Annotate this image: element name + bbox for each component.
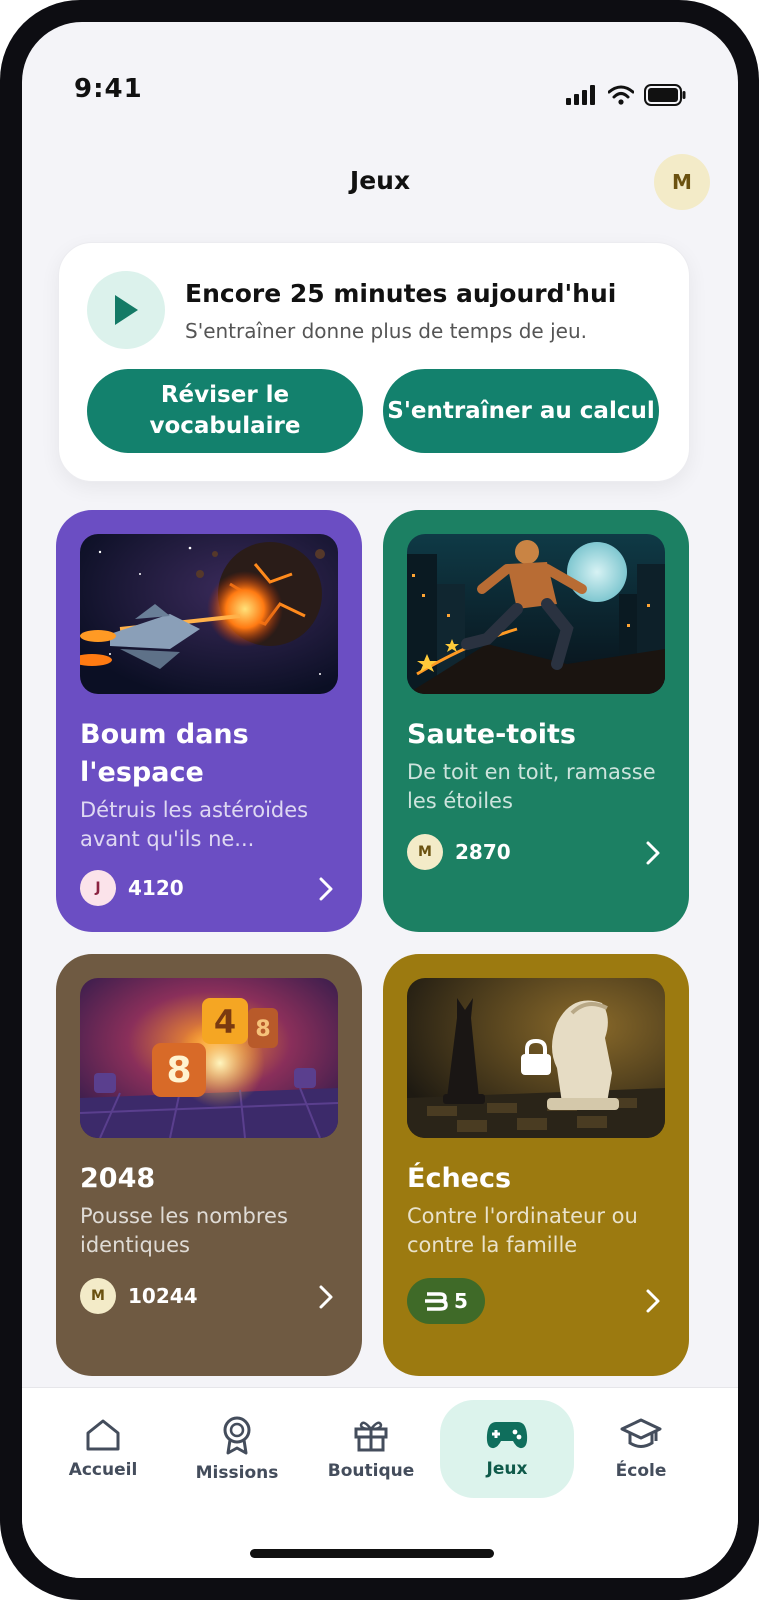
high-score: M 2870 xyxy=(407,834,511,870)
game-description: Contre l'ordinateur ou contre la famille xyxy=(407,1204,638,1257)
score-value: 10244 xyxy=(128,1284,198,1308)
game-card-rooftops[interactable]: Saute-toits De toit en toit, ramasse les… xyxy=(383,510,689,932)
chevron-right-icon xyxy=(319,877,333,901)
svg-text:8: 8 xyxy=(166,1050,191,1091)
home-icon xyxy=(86,1419,120,1451)
phone-frame: 9:41 Jeux M Encore 25 minutes aujourd'hu… xyxy=(0,0,759,1600)
playtime-subtitle: S'entraîner donne plus de temps de jeu. xyxy=(185,319,587,343)
bottom-nav: Accueil Missions Boutique Jeux École xyxy=(22,1387,738,1578)
game-card-space[interactable]: Boum dans l'espace Détruis les astéroïde… xyxy=(56,510,362,932)
screen: 9:41 Jeux M Encore 25 minutes aujourd'hu… xyxy=(22,22,738,1578)
unlock-cost-value: 5 xyxy=(454,1289,468,1313)
unlock-cost-badge[interactable]: 5 xyxy=(407,1278,485,1324)
high-score: M 10244 xyxy=(80,1278,198,1314)
tab-missions[interactable]: Missions xyxy=(170,1400,304,1498)
playtime-title: Encore 25 minutes aujourd'hui xyxy=(185,279,617,308)
graduation-cap-icon xyxy=(620,1418,662,1448)
game-title: Saute-toits xyxy=(407,719,577,750)
profile-avatar[interactable]: M xyxy=(654,154,710,210)
play-badge xyxy=(87,271,165,349)
chevron-right-icon xyxy=(646,841,660,865)
chevron-right-icon xyxy=(319,1285,333,1309)
game-image-space xyxy=(80,534,338,694)
page-title: Jeux xyxy=(349,166,411,195)
game-description: De toit en toit, ramasse les étoiles xyxy=(407,760,656,813)
player-avatar: J xyxy=(80,870,116,906)
practice-math-button[interactable]: S'entraîner au calcul xyxy=(383,369,659,453)
page-header: Jeux M xyxy=(22,142,738,222)
home-indicator xyxy=(250,1549,494,1558)
coin-icon xyxy=(425,1292,448,1311)
player-avatar: M xyxy=(407,834,443,870)
status-icons xyxy=(566,84,686,106)
chevron-right-icon xyxy=(646,1289,660,1313)
tab-label: École xyxy=(615,1461,667,1481)
score-value: 4120 xyxy=(128,876,184,900)
playtime-card: Encore 25 minutes aujourd'hui S'entraîne… xyxy=(58,242,690,482)
game-title: 2048 xyxy=(80,1163,156,1194)
battery-icon xyxy=(644,84,686,106)
status-bar: 9:41 xyxy=(22,22,738,132)
tab-jeux[interactable]: Jeux xyxy=(440,1400,574,1498)
wifi-icon xyxy=(608,85,634,105)
tab-ecole[interactable]: École xyxy=(574,1400,708,1498)
medal-icon xyxy=(223,1416,251,1455)
high-score: J 4120 xyxy=(80,870,184,906)
status-time: 9:41 xyxy=(74,74,143,104)
player-avatar: M xyxy=(80,1278,116,1314)
game-image-2048: 4 8 8 xyxy=(80,978,338,1138)
tab-accueil[interactable]: Accueil xyxy=(36,1400,170,1498)
gift-icon xyxy=(354,1421,388,1452)
score-value: 2870 xyxy=(455,840,511,864)
signal-icon xyxy=(566,85,595,105)
gamepad-icon xyxy=(486,1422,528,1449)
svg-text:4: 4 xyxy=(214,1003,236,1041)
game-description: Détruis les astéroïdes avant qu'ils ne..… xyxy=(80,798,309,851)
review-vocabulary-button[interactable]: Réviser le vocabulaire xyxy=(87,369,363,453)
game-title: Échecs xyxy=(407,1163,512,1194)
tab-boutique[interactable]: Boutique xyxy=(304,1400,438,1498)
game-title: Boum dans l'espace xyxy=(80,719,249,788)
play-icon xyxy=(115,295,138,325)
game-card-2048[interactable]: 4 8 8 2048 Pousse les nombres identiques… xyxy=(56,954,362,1376)
tab-label: Boutique xyxy=(327,1461,415,1481)
tab-label: Accueil xyxy=(68,1460,138,1480)
game-description: Pousse les nombres identiques xyxy=(80,1204,288,1257)
svg-text:8: 8 xyxy=(255,1017,270,1042)
game-card-chess[interactable]: Échecs Contre l'ordinateur ou contre la … xyxy=(383,954,689,1376)
tab-label: Missions xyxy=(195,1463,279,1483)
game-image-rooftops xyxy=(407,534,665,694)
tab-label: Jeux xyxy=(486,1459,528,1479)
game-image-chess xyxy=(407,978,665,1138)
lock-icon xyxy=(521,1038,551,1075)
